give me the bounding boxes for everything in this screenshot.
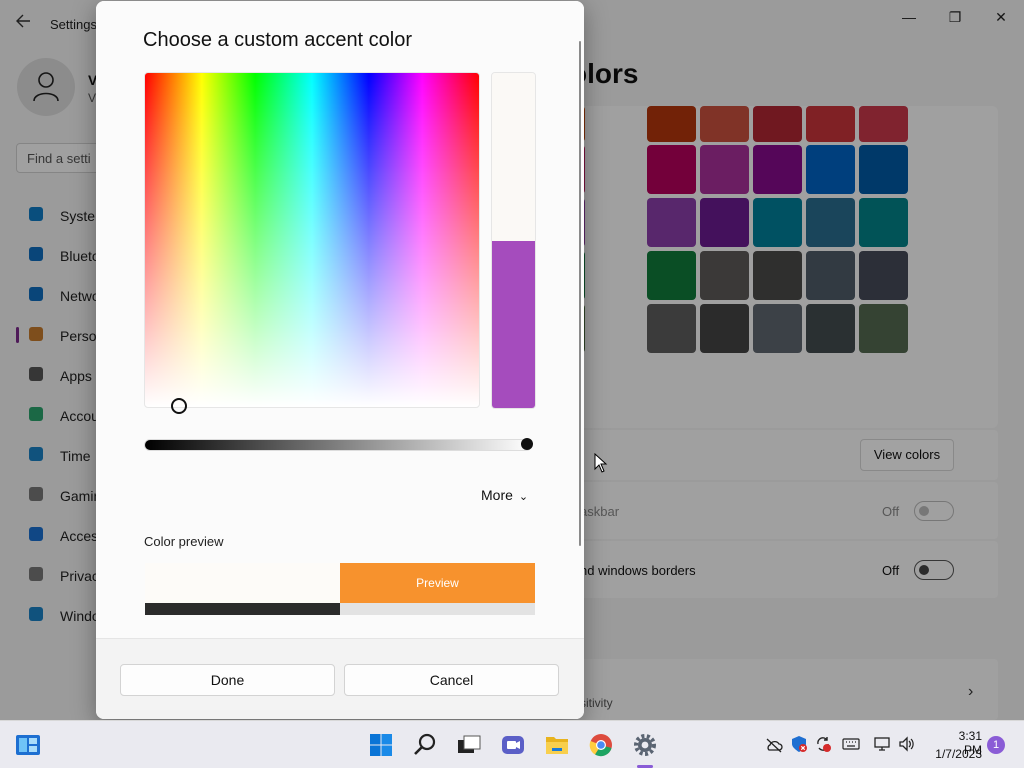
update-warning-icon[interactable] [814, 735, 832, 753]
settings-icon[interactable] [631, 731, 659, 759]
color-preview-label: Color preview [144, 534, 224, 549]
custom-accent-dialog: Choose a custom accent color More ⌄ Color… [96, 1, 584, 719]
onedrive-offline-icon[interactable] [765, 737, 783, 753]
brightness-slider[interactable] [144, 439, 532, 451]
color-spectrum[interactable] [144, 72, 480, 408]
preview-light-bar [340, 603, 535, 615]
clock-date[interactable]: 1/7/2023 [928, 747, 982, 761]
color-swatch-preview [491, 72, 536, 409]
dialog-footer: Done Cancel [96, 638, 584, 719]
cancel-button[interactable]: Cancel [344, 664, 559, 696]
preview-accent-swatch: Preview [340, 563, 535, 603]
widgets-icon[interactable] [14, 731, 42, 759]
spectrum-picker-handle[interactable] [171, 398, 187, 414]
dialog-body: Choose a custom accent color More ⌄ Color… [96, 1, 584, 638]
brightness-slider-thumb[interactable] [521, 438, 533, 450]
chrome-icon[interactable] [587, 731, 615, 759]
dialog-scrollbar[interactable] [579, 41, 581, 546]
notification-badge[interactable]: 1 [987, 736, 1005, 754]
defender-warning-icon[interactable] [790, 735, 808, 753]
task-view-icon[interactable] [455, 731, 483, 759]
more-label: More [481, 487, 513, 503]
done-button[interactable]: Done [120, 664, 335, 696]
more-button[interactable]: More ⌄ [481, 487, 528, 503]
selected-color [492, 241, 535, 408]
keyboard-icon[interactable] [842, 737, 860, 751]
preview-dark-bar [145, 603, 340, 615]
search-icon[interactable] [411, 731, 439, 759]
dialog-title: Choose a custom accent color [143, 29, 413, 51]
network-icon[interactable] [873, 736, 891, 752]
taskbar: 3:31 PM 1/7/2023 1 [0, 720, 1024, 768]
start-icon[interactable] [367, 731, 395, 759]
volume-icon[interactable] [898, 736, 916, 752]
file-explorer-icon[interactable] [543, 731, 571, 759]
mouse-pointer-icon [594, 453, 608, 473]
chat-icon[interactable] [499, 731, 527, 759]
chevron-down-icon: ⌄ [518, 491, 529, 503]
preview-light-swatch [145, 563, 340, 603]
previous-color [492, 73, 535, 241]
